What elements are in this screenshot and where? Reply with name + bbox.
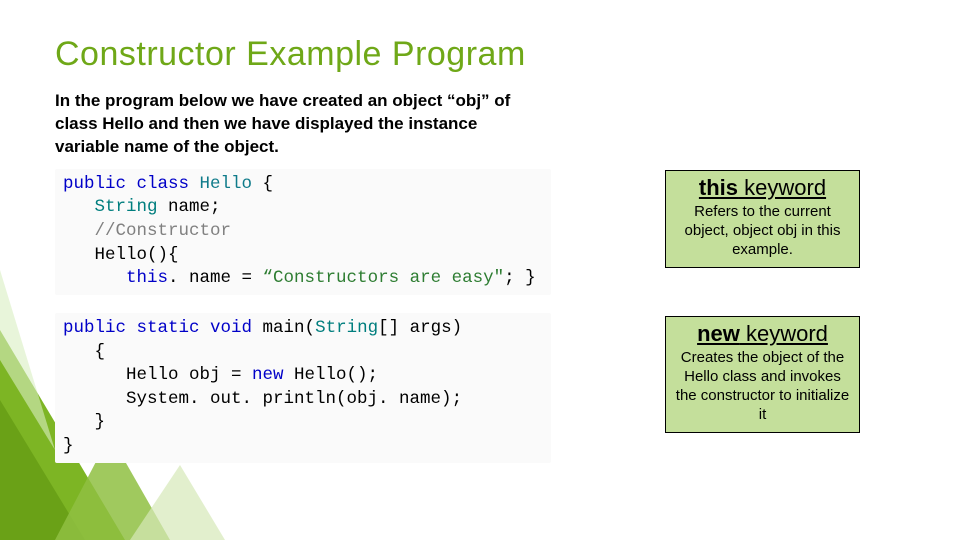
callout-this-keyword: this keyword Refers to the current objec… [665, 170, 860, 268]
code-block-main-method: public static void main(String[] args) {… [55, 313, 551, 463]
callout-new-keyword: new keyword Creates the object of the He… [665, 316, 860, 433]
callout-sidebar: this keyword Refers to the current objec… [665, 170, 860, 481]
code-block-class-definition: public class Hello { String name; //Cons… [55, 169, 551, 295]
intro-paragraph: In the program below we have created an … [55, 90, 525, 159]
slide-content: Constructor Example Program In the progr… [55, 35, 920, 520]
callout-body: Creates the object of the Hello class an… [672, 349, 853, 424]
callout-title: this keyword [672, 175, 853, 201]
callout-title: new keyword [672, 321, 853, 347]
slide-title: Constructor Example Program [55, 35, 920, 74]
callout-body: Refers to the current object, object obj… [672, 203, 853, 259]
